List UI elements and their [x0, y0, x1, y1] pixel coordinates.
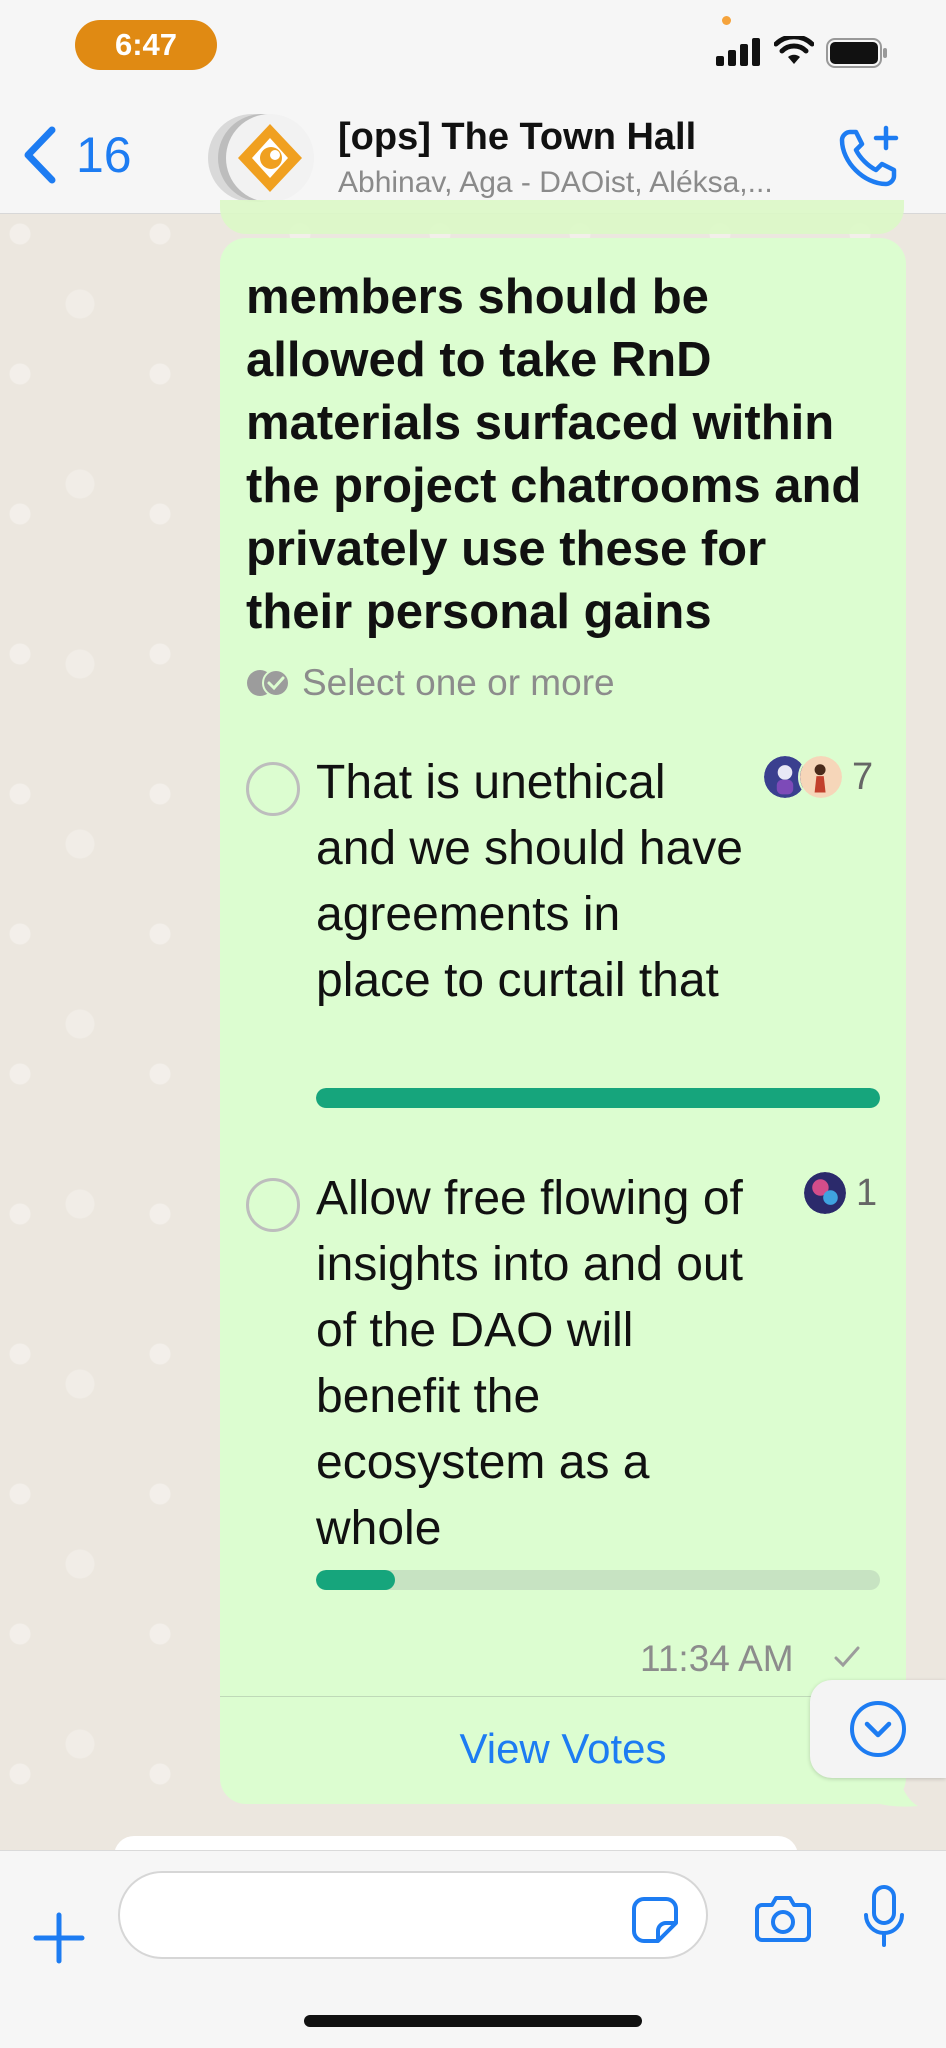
- poll-option-text: Allow free flowing of insights into and …: [316, 1172, 743, 1555]
- unread-count: 16: [76, 127, 132, 183]
- privacy-indicator-dot: [722, 16, 731, 25]
- camera-icon[interactable]: [754, 1893, 812, 1943]
- scroll-to-bottom-button[interactable]: [810, 1680, 946, 1778]
- vote-count: 1: [856, 1171, 878, 1214]
- chat-participants[interactable]: Abhinav, Aga - DAOist, Aléksa,...: [338, 166, 808, 200]
- status-time[interactable]: 6:47: [75, 20, 217, 70]
- poll-option[interactable]: Allow free flowing of insights into and …: [220, 1166, 906, 1590]
- poll-option-radio[interactable]: [246, 762, 300, 816]
- poll-hint: Select one or more: [246, 662, 615, 704]
- sticker-icon[interactable]: [630, 1895, 680, 1945]
- poll-message-bubble[interactable]: members should be allowed to take RnD ma…: [220, 238, 906, 1804]
- vote-count: 7: [852, 755, 874, 798]
- voter-avatar: [798, 754, 844, 800]
- poll-hint-text: Select one or more: [302, 662, 615, 703]
- cellular-signal-icon: [716, 38, 760, 66]
- chat-title[interactable]: [ops] The Town Hall: [338, 116, 808, 159]
- message-input[interactable]: [118, 1871, 708, 1959]
- double-check-icon: [247, 669, 290, 697]
- phone-plus-icon[interactable]: [836, 124, 902, 190]
- poll-question: members should be allowed to take RnD ma…: [246, 270, 862, 639]
- poll-option-progress-bar: [316, 1088, 880, 1108]
- sent-check-icon: [834, 1646, 860, 1668]
- poll-option-radio[interactable]: [246, 1178, 300, 1232]
- previous-message-bubble: [220, 200, 904, 234]
- home-indicator[interactable]: [304, 2015, 642, 2027]
- chat-header: 16 [ops] The Town Hall Abhinav, Aga - DA…: [0, 100, 946, 214]
- battery-icon: [826, 38, 887, 68]
- microphone-icon[interactable]: [862, 1883, 906, 1949]
- wifi-icon: [774, 36, 814, 64]
- group-avatar[interactable]: [196, 112, 316, 204]
- message-input-bar: [0, 1850, 946, 2048]
- poll-option[interactable]: That is unethical and we should have agr…: [220, 750, 906, 1108]
- chevron-left-icon: [24, 126, 56, 184]
- back-button[interactable]: 16: [20, 124, 132, 186]
- poll-option-voters[interactable]: 7: [762, 754, 873, 800]
- bubble-divider: [220, 1696, 906, 1697]
- voter-avatar: [802, 1170, 848, 1216]
- poll-option-text: That is unethical and we should have agr…: [316, 756, 743, 1007]
- status-bar: 6:47: [0, 0, 946, 100]
- poll-option-progress-bar: [316, 1570, 880, 1590]
- poll-option-progress-fill: [316, 1088, 880, 1108]
- poll-option-voters[interactable]: 1: [802, 1170, 877, 1216]
- poll-option-progress-fill: [316, 1570, 395, 1590]
- view-votes-button[interactable]: View Votes: [220, 1714, 906, 1784]
- message-timestamp: 11:34 AM: [640, 1638, 794, 1679]
- chevron-down-circle-icon: [850, 1701, 906, 1757]
- plus-icon[interactable]: [32, 1911, 86, 1965]
